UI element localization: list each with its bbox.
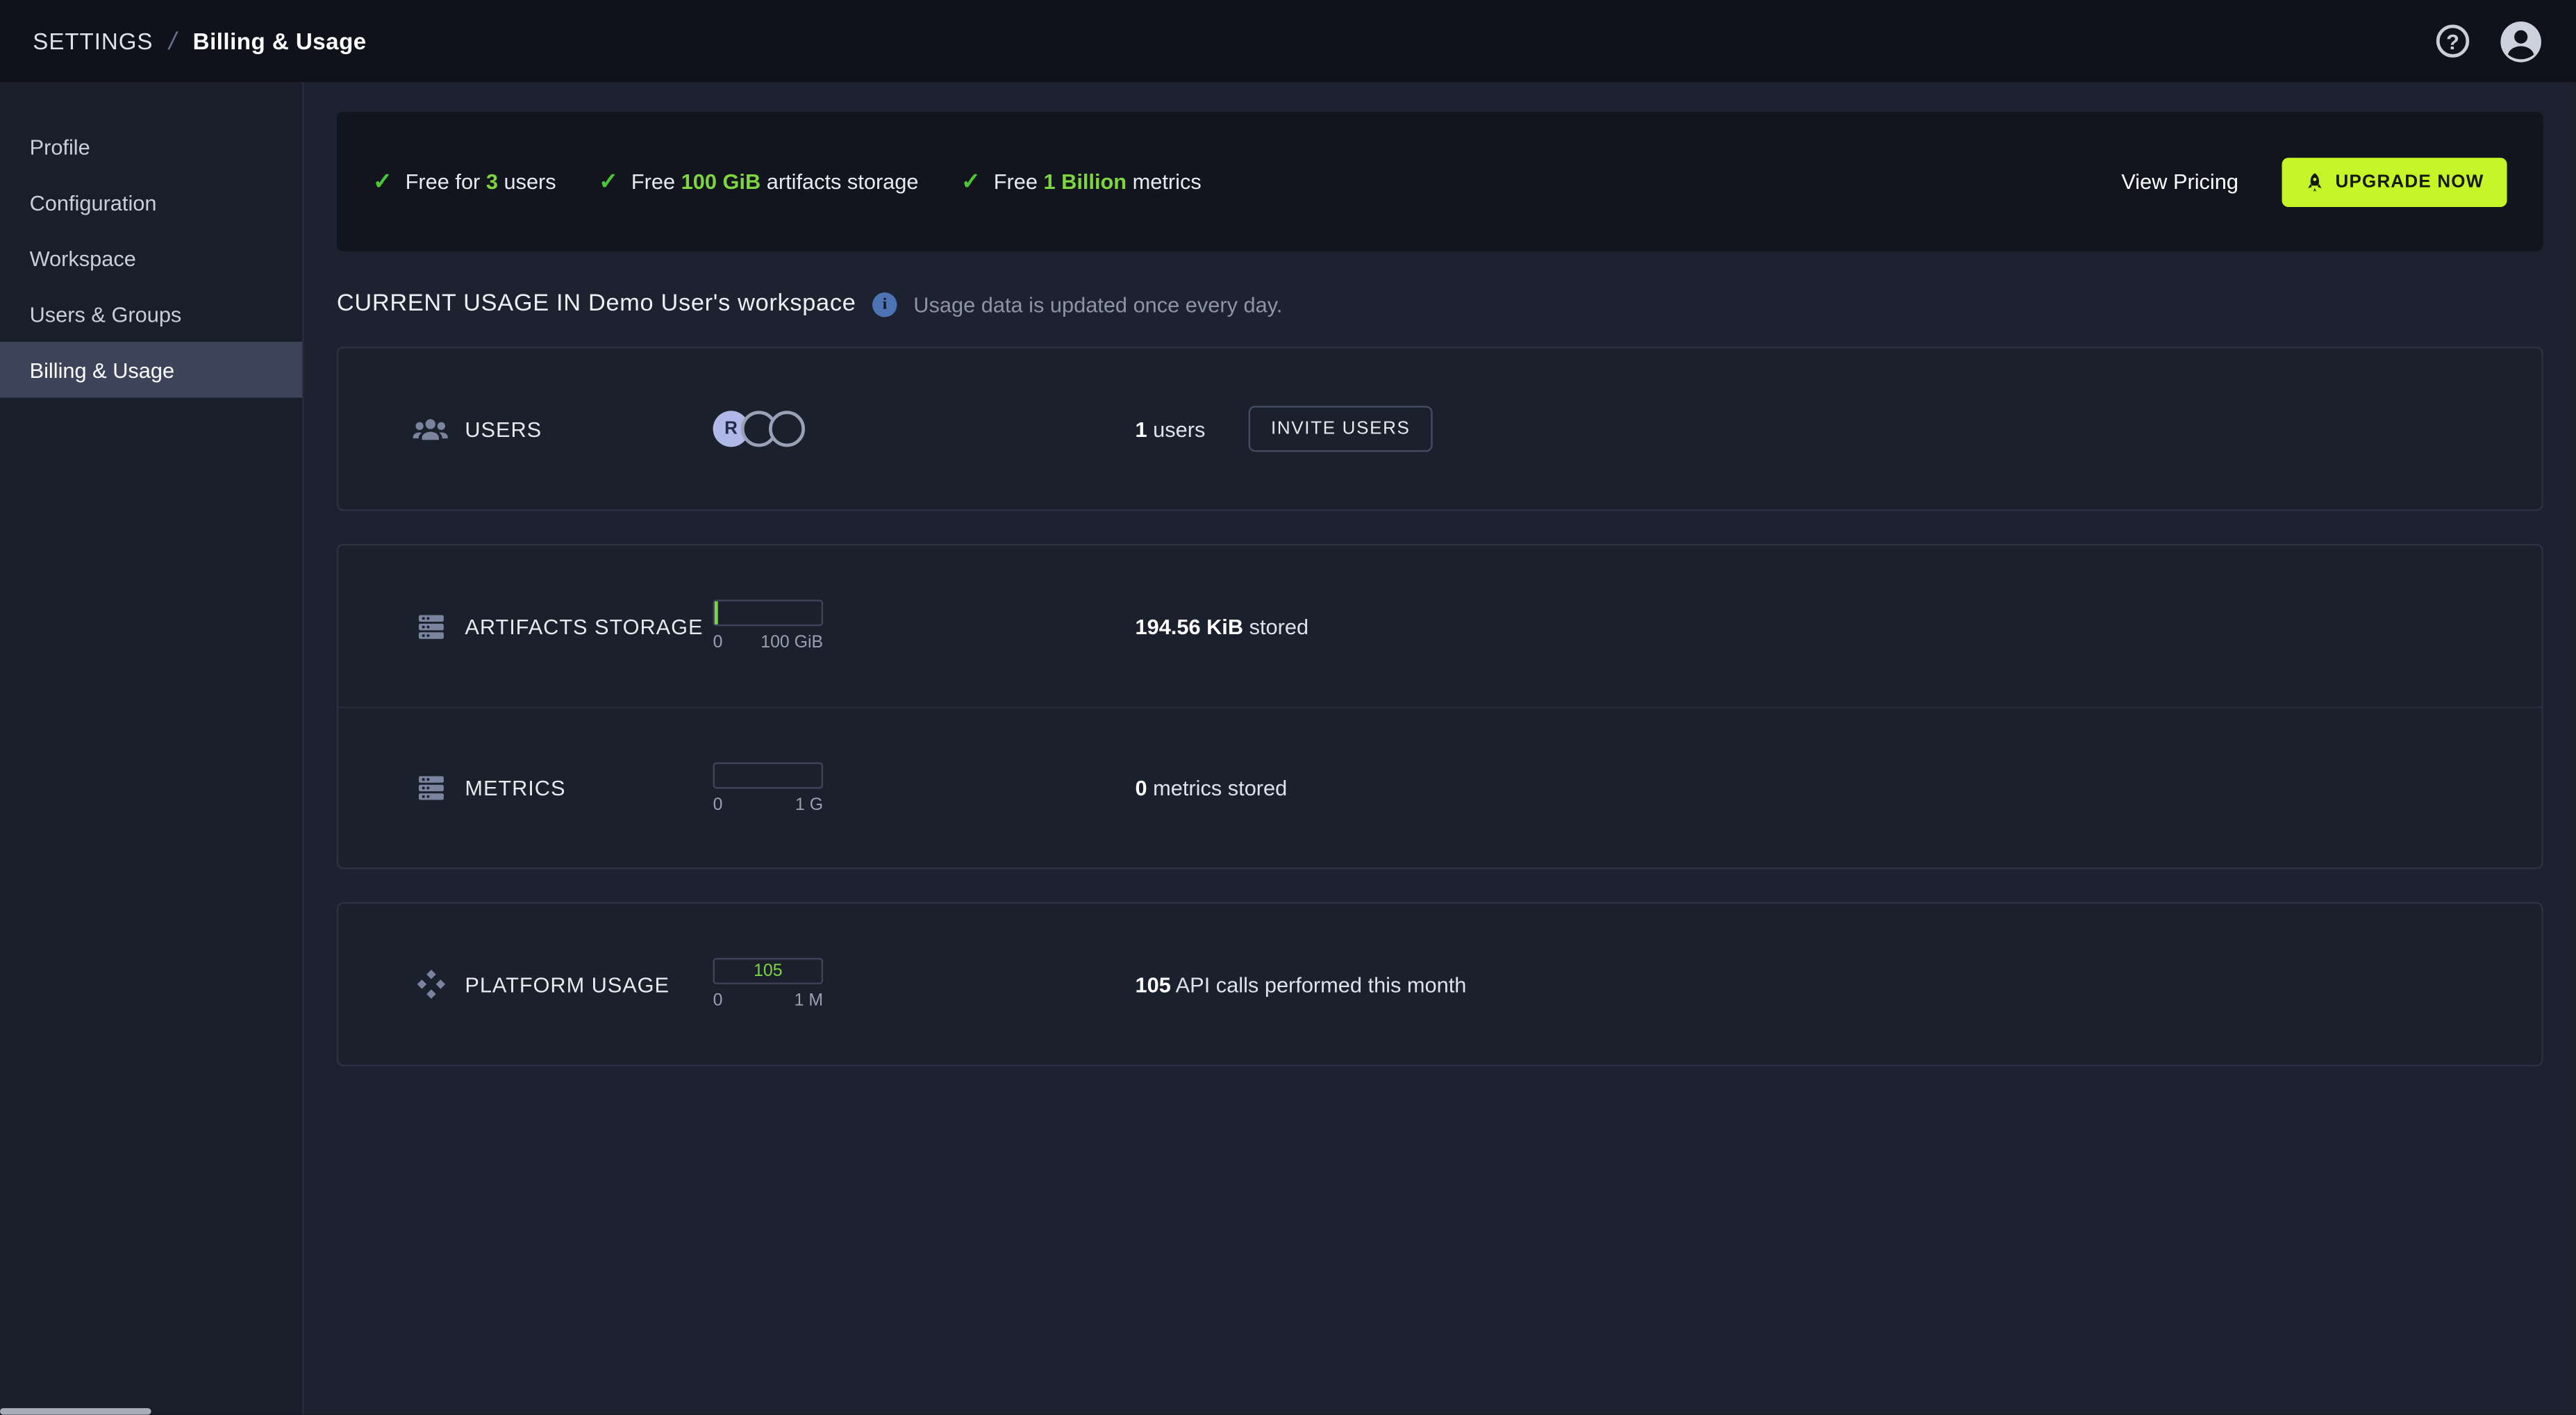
check-icon: ✓ xyxy=(599,167,618,195)
metrics-server-icon xyxy=(413,772,449,804)
rocket-icon xyxy=(2307,172,2321,191)
sidebar-item-profile[interactable]: Profile xyxy=(0,118,302,174)
feature-text: Free 100 GiB artifacts storage xyxy=(631,169,919,195)
invite-users-button[interactable]: INVITE USERS xyxy=(1247,406,1434,452)
artifacts-card-label: ARTIFACTS STORAGE xyxy=(465,613,704,638)
view-pricing-link[interactable]: View Pricing xyxy=(2121,169,2238,194)
help-glyph: ? xyxy=(2446,28,2459,53)
user-avatars: R xyxy=(713,411,1136,447)
users-widget: R xyxy=(713,411,1136,447)
platform-widget: 105 0 1 M xyxy=(713,958,1136,1011)
usage-update-note: Usage data is updated once every day. xyxy=(913,291,1283,317)
breadcrumb-settings[interactable]: SETTINGS xyxy=(33,28,153,54)
check-icon: ✓ xyxy=(372,167,392,195)
users-row: USERS R 1 users INVITE USERS xyxy=(338,348,2541,509)
artifacts-label-group: ARTIFACTS STORAGE xyxy=(413,610,713,643)
artifacts-stored-value: 194.56 KiB stored xyxy=(1135,613,1309,638)
breadcrumb-current-page: Billing & Usage xyxy=(192,28,367,55)
user-avatar-icon[interactable] xyxy=(2499,19,2543,63)
upgrade-now-label: UPGRADE NOW xyxy=(2335,172,2484,192)
avatar-empty-slot xyxy=(769,411,806,447)
users-card-label: USERS xyxy=(465,416,542,442)
feature-free-users: ✓ Free for 3 users xyxy=(373,167,556,195)
upgrade-now-button[interactable]: UPGRADE NOW xyxy=(2281,156,2507,206)
main-content: ✓ Free for 3 users ✓ Free 100 GiB artifa… xyxy=(304,82,2576,1414)
users-group-icon xyxy=(413,413,449,445)
topbar: SETTINGS / Billing & Usage ? xyxy=(0,0,2576,83)
feature-free-metrics: ✓ Free 1 Billion metrics xyxy=(961,167,1202,195)
users-label-group: USERS xyxy=(413,413,713,445)
free-tier-banner: ✓ Free for 3 users ✓ Free 100 GiB artifa… xyxy=(336,111,2543,251)
account-circle-icon xyxy=(2500,20,2541,62)
current-usage-header: CURRENT USAGE IN Demo User's workspace i… xyxy=(337,291,2543,317)
storage-metrics-card: ARTIFACTS STORAGE 0 100 GiB 194.56 KiB s… xyxy=(336,543,2543,870)
feature-free-storage: ✓ Free 100 GiB artifacts storage xyxy=(599,167,918,195)
horizontal-scrollbar-thumb[interactable] xyxy=(0,1408,151,1415)
info-icon: i xyxy=(872,291,897,317)
metrics-scale: 0 1 G xyxy=(713,794,824,815)
platform-card-label: PLATFORM USAGE xyxy=(465,972,670,997)
check-icon: ✓ xyxy=(961,167,981,195)
breadcrumb-separator: / xyxy=(166,27,180,56)
users-count: 1 users INVITE USERS xyxy=(1135,406,1434,452)
metrics-card-label: METRICS xyxy=(465,775,566,800)
app-root: SETTINGS / Billing & Usage ? Profile Con… xyxy=(0,0,2576,1415)
artifacts-storage-row: ARTIFACTS STORAGE 0 100 GiB 194.56 KiB s… xyxy=(338,545,2541,706)
artifacts-scale: 0 100 GiB xyxy=(713,632,824,653)
artifacts-progress-fill xyxy=(714,601,718,624)
users-usage-card: USERS R 1 users INVITE USERS xyxy=(336,347,2543,511)
feature-text: Free 1 Billion metrics xyxy=(993,169,1202,195)
storage-server-icon xyxy=(413,610,449,643)
breadcrumb: SETTINGS / Billing & Usage xyxy=(33,27,366,55)
sidebar-item-billing-usage[interactable]: Billing & Usage xyxy=(0,342,303,398)
metrics-row: METRICS 0 1 G 0 metrics stored xyxy=(338,706,2542,868)
feature-text: Free for 3 users xyxy=(405,169,556,195)
current-usage-title: CURRENT USAGE IN Demo User's workspace xyxy=(336,290,856,317)
help-icon[interactable]: ? xyxy=(2436,24,2470,58)
sidebar-item-users-groups[interactable]: Users & Groups xyxy=(0,286,302,342)
artifacts-widget: 0 100 GiB xyxy=(713,599,1136,652)
free-tier-features: ✓ Free for 3 users ✓ Free 100 GiB artifa… xyxy=(373,167,1202,195)
sidebar-item-workspace[interactable]: Workspace xyxy=(0,230,302,286)
metrics-progress-bar xyxy=(713,761,824,788)
platform-usage-card: PLATFORM USAGE 105 0 1 M 105 API calls p… xyxy=(336,902,2543,1067)
settings-sidebar: Profile Configuration Workspace Users & … xyxy=(0,82,304,1415)
platform-label-group: PLATFORM USAGE xyxy=(413,968,713,1000)
metrics-widget: 0 1 G xyxy=(713,761,1136,814)
platform-calls-value: 105 API calls performed this month xyxy=(1135,972,1467,997)
platform-progress-bar: 105 xyxy=(713,958,824,984)
sidebar-item-configuration[interactable]: Configuration xyxy=(0,174,302,230)
artifacts-progress-bar xyxy=(713,599,824,627)
platform-usage-row: PLATFORM USAGE 105 0 1 M 105 API calls p… xyxy=(338,904,2541,1065)
metrics-label-group: METRICS xyxy=(413,772,713,804)
platform-scale: 0 1 M xyxy=(713,991,824,1011)
platform-bar-value: 105 xyxy=(754,961,783,982)
metrics-stored-value: 0 metrics stored xyxy=(1135,775,1288,800)
platform-nodes-icon xyxy=(413,968,449,1000)
